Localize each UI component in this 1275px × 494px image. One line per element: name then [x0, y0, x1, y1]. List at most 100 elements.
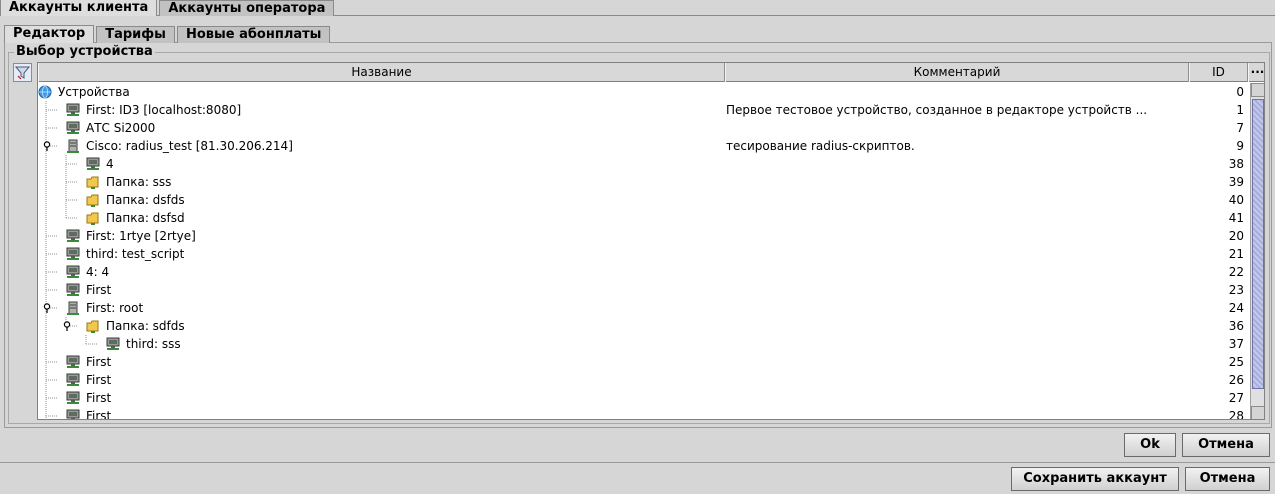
server-icon [67, 139, 79, 153]
id-cell: 21 [1228, 247, 1244, 261]
id-cell: 39 [1228, 175, 1244, 189]
folder-icon [86, 212, 99, 225]
table-row[interactable]: First 23 [38, 281, 1249, 299]
column-chooser-button[interactable]: ... [1248, 63, 1264, 82]
scroll-up-button[interactable] [1251, 83, 1264, 97]
scroll-thumb[interactable] [1252, 99, 1264, 389]
table-row[interactable]: Cisco: radius_test [81.30.206.214] тесиро… [38, 137, 1249, 155]
table-row[interactable]: Папка: sdfds 36 [38, 317, 1249, 335]
table-row[interactable]: Папка: dsfds 40 [38, 191, 1249, 209]
column-header-id[interactable]: ID [1189, 63, 1248, 82]
computer-icon [86, 157, 100, 170]
comment-cell [726, 191, 1186, 209]
node-label: Папка: dsfsd [106, 211, 185, 225]
table-row[interactable]: First: 1rtye [2rtye] 20 [38, 227, 1249, 245]
tree-node[interactable]: third: test_script [38, 245, 725, 263]
tab-operator-accounts[interactable]: Аккаунты оператора [159, 0, 335, 16]
table-body: Устройства 0 First: ID3 [localhost:8080] Пе… [38, 83, 1249, 420]
table-row[interactable]: 4 38 [38, 155, 1249, 173]
table-row[interactable]: First: ID3 [localhost:8080] Первое тестов… [38, 101, 1249, 119]
tab-client-accounts[interactable]: Аккаунты клиента [0, 0, 158, 16]
table-row[interactable]: 4: 4 22 [38, 263, 1249, 281]
id-cell: 7 [1236, 121, 1244, 135]
tree-node[interactable]: Cisco: radius_test [81.30.206.214] [38, 137, 725, 155]
tree-node[interactable]: 4: 4 [38, 263, 725, 281]
table-row[interactable]: Устройства 0 [38, 83, 1249, 101]
comment-cell [726, 371, 1186, 389]
save-account-button[interactable]: Сохранить аккаунт [1011, 467, 1179, 491]
comment-cell [726, 335, 1186, 353]
computer-icon [66, 229, 80, 242]
tab-editor[interactable]: Редактор [4, 25, 95, 43]
tree-node[interactable]: First [38, 389, 725, 407]
tree-node[interactable]: First [38, 371, 725, 389]
scroll-down-button[interactable] [1251, 406, 1264, 419]
tree-node[interactable]: First [38, 281, 725, 299]
table-row[interactable]: Папка: dsfsd 41 [38, 209, 1249, 227]
node-label: First [86, 373, 112, 387]
id-cell: 1 [1236, 103, 1244, 117]
comment-cell [726, 281, 1186, 299]
comment-cell [726, 263, 1186, 281]
node-label: First: ID3 [localhost:8080] [86, 103, 242, 117]
table-row[interactable]: First 26 [38, 371, 1249, 389]
separator [0, 462, 1275, 463]
tree-node[interactable]: 4 [38, 155, 725, 173]
comment-cell [726, 227, 1186, 245]
tree-node[interactable]: Папка: sss [38, 173, 725, 191]
tree-node[interactable]: АТС Si2000 [38, 119, 725, 137]
computer-icon [66, 103, 80, 116]
column-header-name[interactable]: Название [38, 63, 725, 82]
id-cell: 37 [1228, 337, 1244, 351]
tree-node[interactable]: First: root [38, 299, 725, 317]
node-label: 4: 4 [86, 265, 110, 279]
id-cell: 0 [1236, 85, 1244, 99]
table-row[interactable]: First 25 [38, 353, 1249, 371]
filter-icon [15, 66, 30, 80]
id-cell: 38 [1228, 157, 1244, 171]
computer-icon [66, 121, 80, 134]
filter-button[interactable] [13, 63, 32, 82]
tab-tariffs[interactable]: Тарифы [96, 26, 175, 43]
tree-node[interactable]: Папка: dsfsd [38, 209, 725, 227]
table-row[interactable]: АТС Si2000 7 [38, 119, 1249, 137]
tree-node[interactable]: First [38, 353, 725, 371]
tree-node[interactable]: First: 1rtye [2rtye] [38, 227, 725, 245]
comment-cell [726, 173, 1186, 191]
table-header: Название Комментарий ID ... [38, 63, 1264, 82]
table-row[interactable]: First 27 [38, 389, 1249, 407]
expand-toggle-icon[interactable] [42, 303, 52, 313]
cancel-account-button[interactable]: Отмена [1185, 467, 1270, 491]
computer-icon [66, 373, 80, 386]
expand-toggle-icon[interactable] [62, 321, 72, 331]
table-row[interactable]: Папка: sss 39 [38, 173, 1249, 191]
table-row[interactable]: First 28 [38, 407, 1249, 420]
node-label: First [86, 409, 112, 420]
table-row[interactable]: third: test_script 21 [38, 245, 1249, 263]
column-header-comment[interactable]: Комментарий [725, 63, 1189, 82]
tree-node[interactable]: First [38, 407, 725, 420]
tab-new-subscription-fees[interactable]: Новые абонплаты [176, 26, 331, 43]
id-cell: 27 [1228, 391, 1244, 405]
comment-cell [726, 299, 1186, 317]
tree-node[interactable]: Устройства [38, 83, 725, 101]
expand-toggle-icon[interactable] [42, 141, 52, 151]
node-label: Cisco: radius_test [81.30.206.214] [86, 139, 293, 153]
tree-node[interactable]: third: sss [38, 335, 725, 353]
group-title: Выбор устройства [14, 44, 155, 59]
tree-node[interactable]: First: ID3 [localhost:8080] [38, 101, 725, 119]
table-row[interactable]: First: root 24 [38, 299, 1249, 317]
cancel-button[interactable]: Отмена [1182, 433, 1270, 457]
computer-icon [106, 337, 120, 350]
folder-icon [86, 176, 99, 189]
table-row[interactable]: third: sss 37 [38, 335, 1249, 353]
vertical-scrollbar[interactable] [1250, 83, 1264, 419]
id-cell: 22 [1228, 265, 1244, 279]
tree-node[interactable]: Папка: sdfds [38, 317, 725, 335]
node-label: Устройства [58, 85, 130, 99]
tree-node[interactable]: Папка: dsfds [38, 191, 725, 209]
ok-button[interactable]: Ok [1124, 433, 1176, 457]
comment-cell [726, 155, 1186, 173]
node-label: Папка: dsfds [106, 193, 185, 207]
node-label: First [86, 283, 112, 297]
